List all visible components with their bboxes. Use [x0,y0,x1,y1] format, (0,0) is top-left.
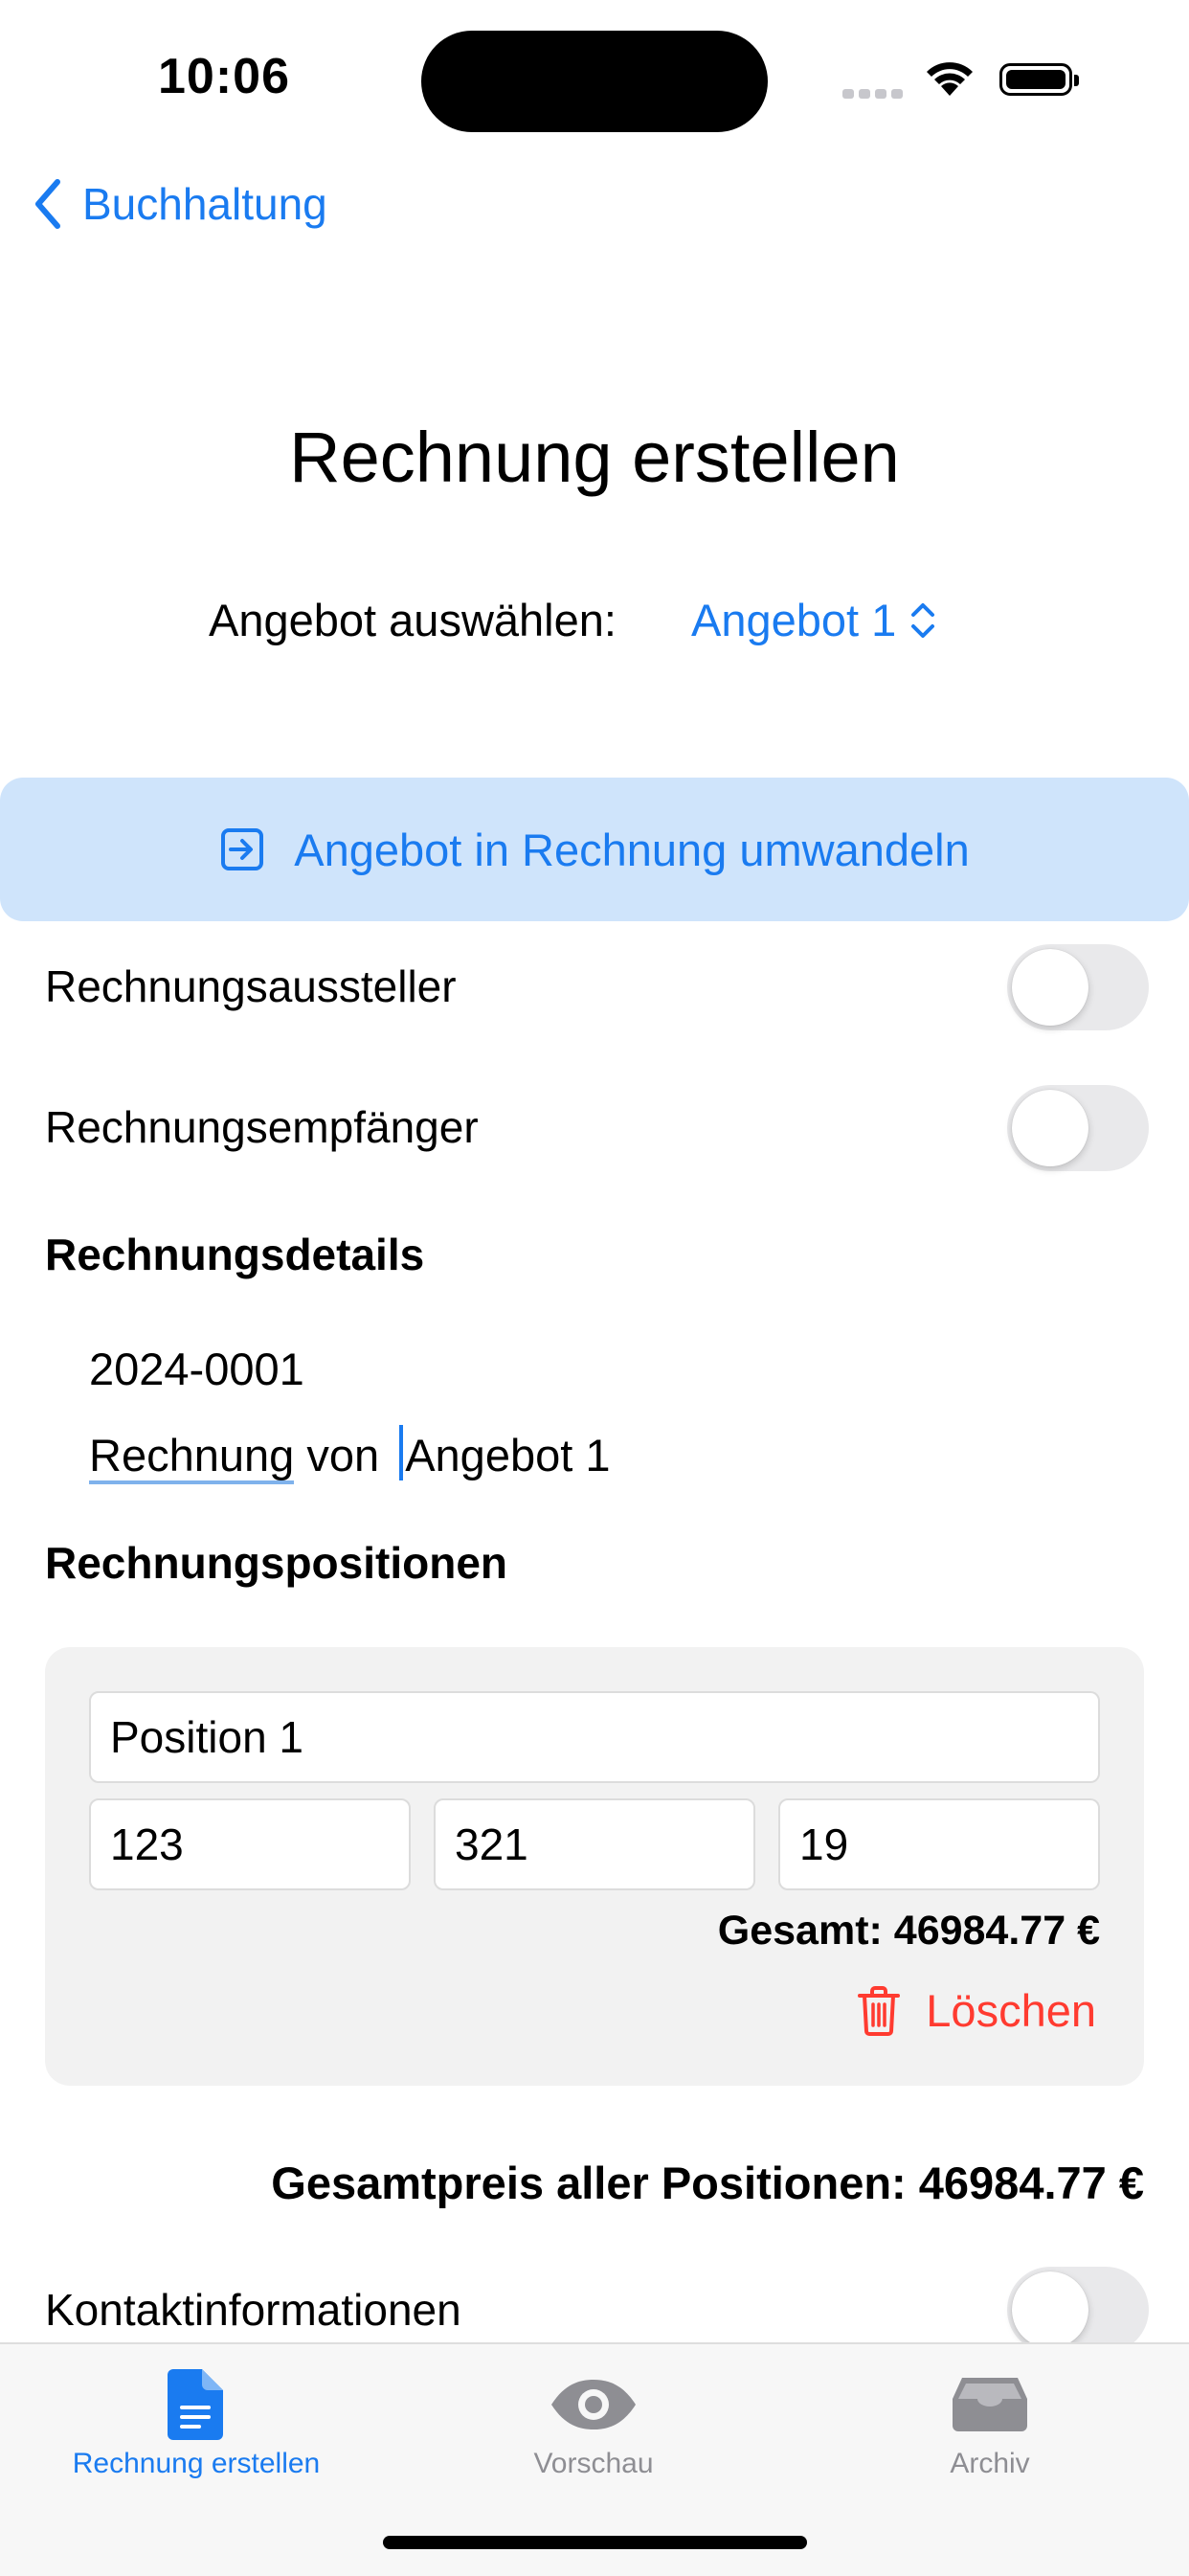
convert-offer-button[interactable]: Angebot in Rechnung umwandeln [0,778,1189,921]
status-time: 10:06 [158,49,290,104]
delete-position-label: Löschen [926,1985,1096,2036]
recipient-toggle-label: Rechnungsempfänger [45,1102,479,1152]
text-caret [399,1425,404,1480]
archive-box-icon [953,2378,1027,2431]
invoice-number-field[interactable]: 2024-0001 [89,1343,304,1395]
wifi-icon [921,56,978,102]
back-button[interactable]: Buchhaltung [33,178,327,230]
recipient-toggle[interactable] [1007,1085,1149,1171]
home-indicator [383,2536,807,2549]
convert-offer-button-label: Angebot in Rechnung umwandeln [294,824,970,875]
position-total: Gesamt: 46984.77 € [717,1908,1100,1954]
tab-create-invoice[interactable]: Rechnung erstellen [53,2361,340,2480]
toggle-knob [1012,1090,1088,1166]
tab-archive[interactable]: Archiv [846,2361,1133,2480]
contact-toggle-label: Kontaktinformationen [45,2285,461,2335]
tab-create-invoice-label: Rechnung erstellen [72,2448,321,2479]
offer-picker[interactable]: Angebot 1 [691,594,936,646]
subject-word-end: Angebot 1 [405,1430,611,1480]
contact-toggle[interactable] [1007,2267,1149,2353]
position-quantity-input[interactable]: 123 [89,1798,411,1890]
position-tax-input[interactable]: 19 [778,1798,1100,1890]
tab-preview-label: Vorschau [533,2448,654,2479]
arrow-into-box-icon [221,828,264,870]
eye-icon [551,2380,636,2429]
position-name-input[interactable]: Position 1 [89,1691,1100,1783]
delete-position-button[interactable]: Löschen [857,1984,1096,2037]
subject-word-mid: von [294,1430,393,1480]
cellular-signal-icon [842,86,908,103]
positions-heading: Rechnungspositionen [45,1538,507,1588]
offer-picker-label: Angebot auswählen: [209,595,617,645]
invoice-subject-field[interactable]: Rechnung von Angebot 1 [89,1425,611,1484]
toggle-knob [1012,949,1088,1026]
dynamic-island [421,31,768,132]
back-button-label: Buchhaltung [82,179,327,229]
position-price-input[interactable]: 321 [434,1798,755,1890]
toggle-knob [1012,2271,1088,2348]
battery-icon [999,63,1079,96]
tab-archive-label: Archiv [950,2448,1030,2479]
details-heading: Rechnungsdetails [45,1230,425,1279]
grand-total: Gesamtpreis aller Positionen: 46984.77 € [271,2158,1144,2208]
trash-icon [858,1985,901,2036]
chevron-up-down-icon [911,602,935,638]
issuer-toggle[interactable] [1007,944,1149,1030]
issuer-toggle-label: Rechnungsaussteller [45,961,457,1011]
chevron-left-icon [35,179,60,229]
subject-word-underlined: Rechnung [89,1430,295,1484]
tab-preview[interactable]: Vorschau [450,2361,737,2480]
offer-picker-value: Angebot 1 [691,595,897,645]
page-title: Rechnung erstellen [289,418,900,497]
document-icon [168,2369,223,2440]
